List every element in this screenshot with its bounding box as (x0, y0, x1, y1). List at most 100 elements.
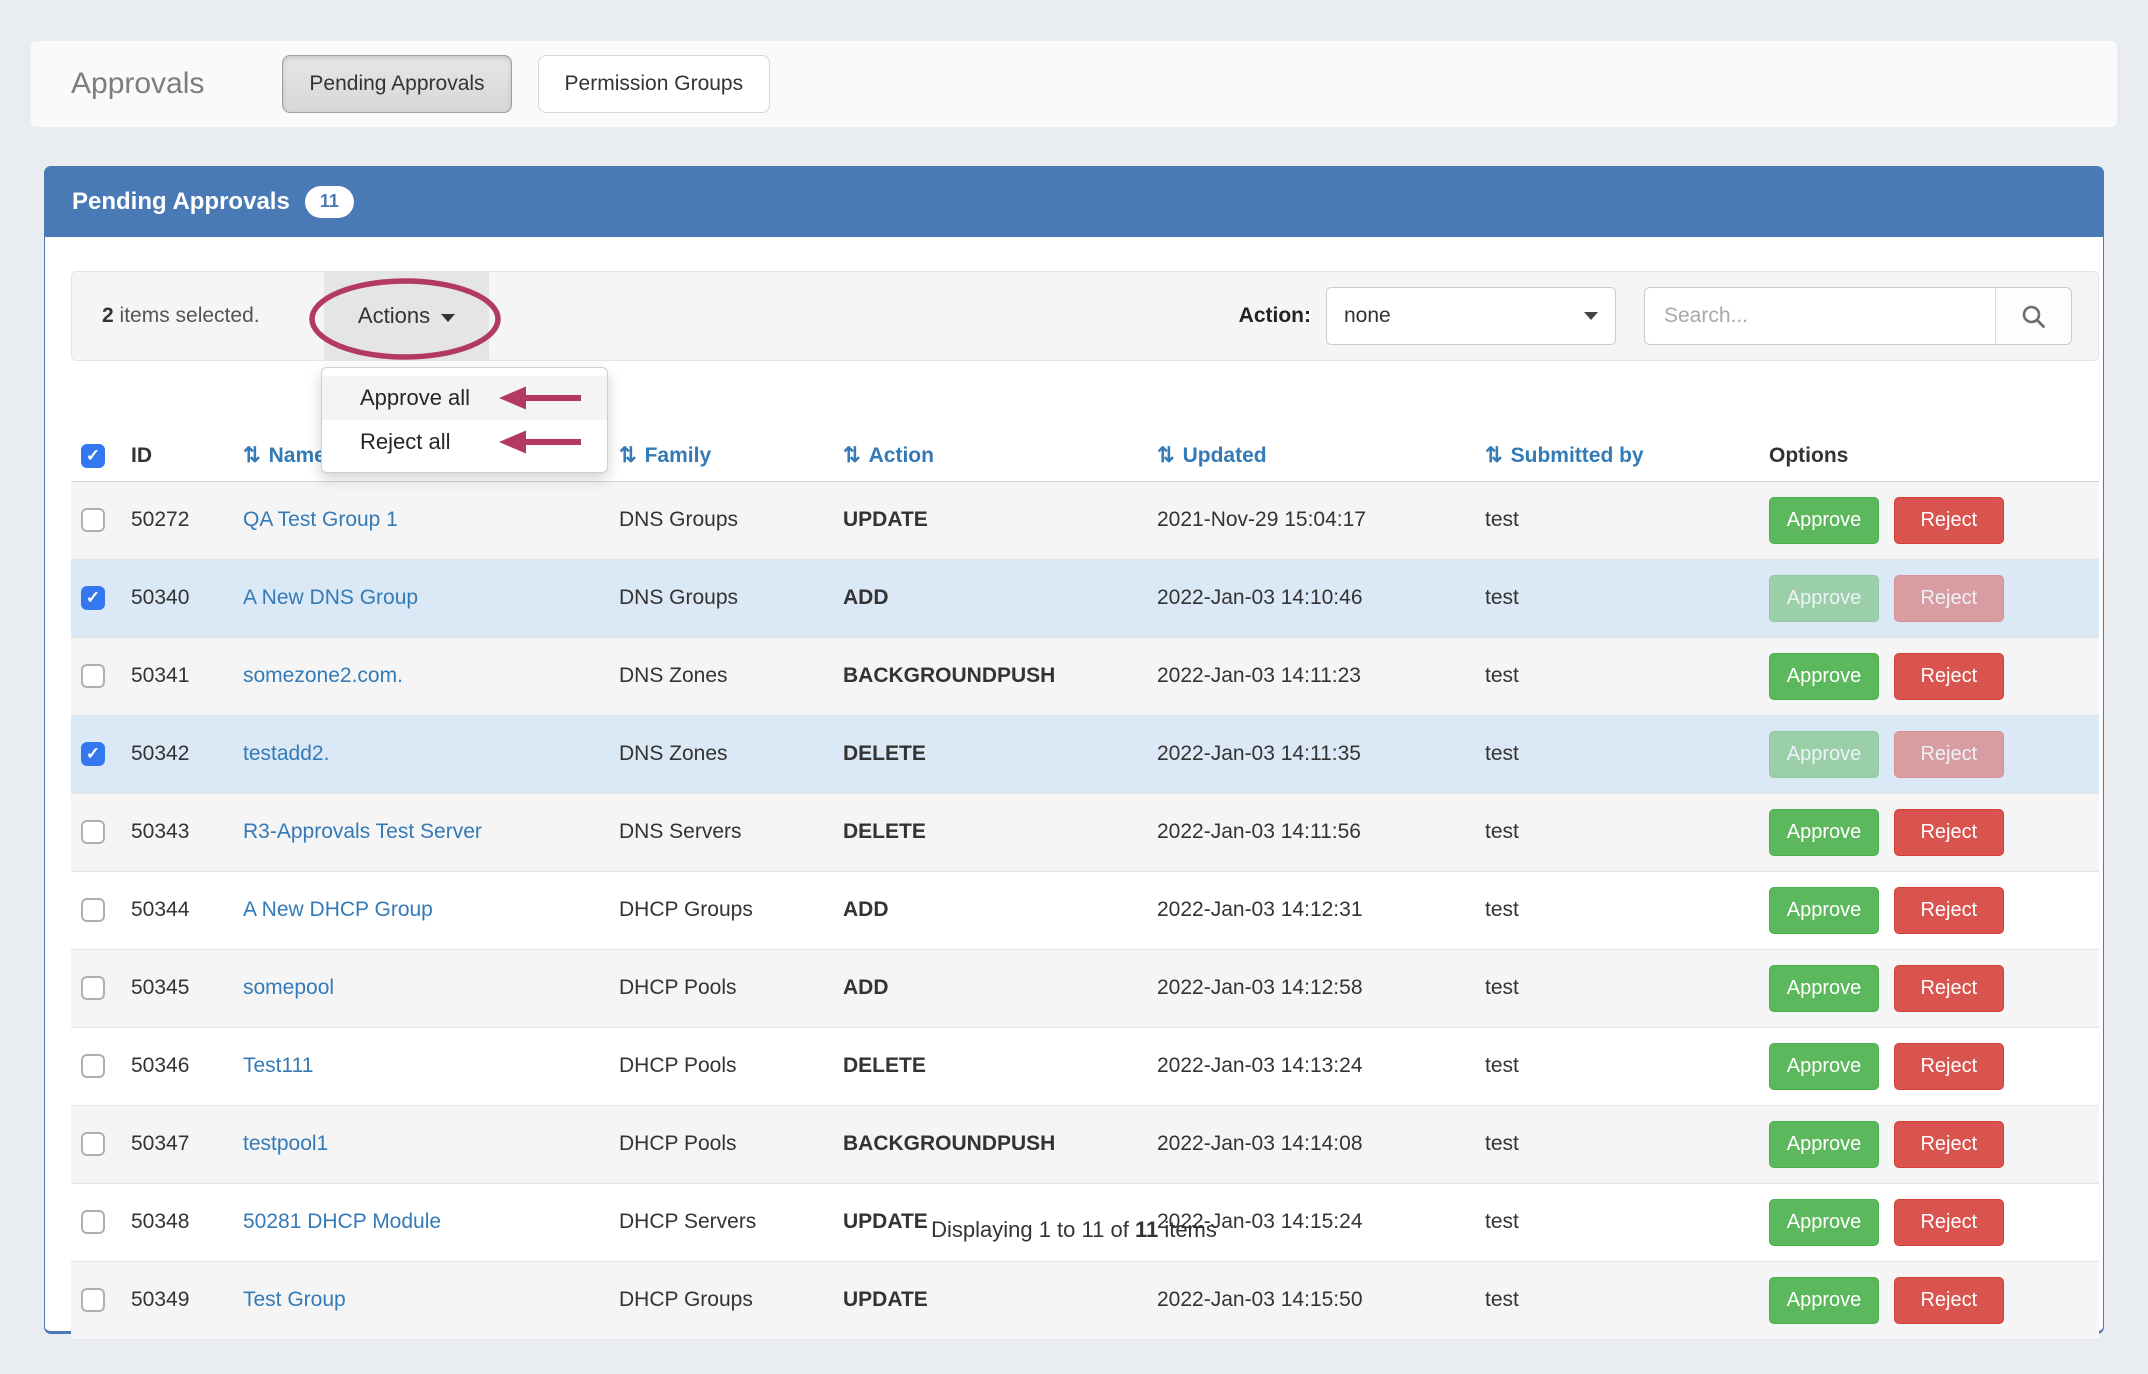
toolbar-right: Action: none (1239, 287, 2072, 345)
search-button[interactable] (1996, 287, 2072, 345)
reject-button[interactable]: Reject (1894, 887, 2004, 934)
reject-button[interactable]: Reject (1894, 1043, 2004, 1090)
selected-count: 2 (102, 304, 114, 327)
row-family: DHCP Pools (607, 949, 831, 1027)
approve-button[interactable]: Approve (1769, 1121, 1879, 1168)
menu-item-approve-all[interactable]: Approve all (322, 376, 607, 420)
row-family: DNS Zones (607, 637, 831, 715)
row-name-link[interactable]: A New DHCP Group (243, 898, 433, 921)
row-family: DNS Groups (607, 481, 831, 559)
row-id: 50345 (119, 949, 231, 1027)
row-checkbox[interactable] (81, 820, 105, 844)
action-filter-label: Action: (1239, 304, 1311, 328)
search-input[interactable] (1644, 287, 1996, 345)
row-name-link[interactable]: Test Group (243, 1288, 346, 1311)
approve-button[interactable]: Approve (1769, 731, 1879, 778)
approve-button[interactable]: Approve (1769, 887, 1879, 934)
row-checkbox[interactable] (81, 508, 105, 532)
row-checkbox[interactable] (81, 976, 105, 1000)
reject-button[interactable]: Reject (1894, 1121, 2004, 1168)
reject-button[interactable]: Reject (1894, 653, 2004, 700)
sort-icon: ⇅ (1485, 444, 1503, 467)
approve-button[interactable]: Approve (1769, 653, 1879, 700)
sort-icon: ⇅ (619, 444, 637, 467)
row-name-link[interactable]: testpool1 (243, 1132, 328, 1155)
approve-button[interactable]: Approve (1769, 1277, 1879, 1324)
row-checkbox[interactable] (81, 1132, 105, 1156)
row-name-link[interactable]: Test111 (243, 1054, 313, 1077)
reject-button[interactable]: Reject (1894, 1277, 2004, 1324)
column-header-family[interactable]: ⇅Family (607, 431, 831, 481)
row-id: 50346 (119, 1027, 231, 1105)
caret-down-icon (1584, 312, 1598, 320)
row-name-link[interactable]: A New DNS Group (243, 586, 418, 609)
column-header-updated[interactable]: ⇅Updated (1145, 431, 1473, 481)
row-checkbox[interactable] (81, 898, 105, 922)
approve-button[interactable]: Approve (1769, 497, 1879, 544)
row-submitted-by: test (1473, 949, 1757, 1027)
row-checkbox[interactable] (81, 664, 105, 688)
row-submitted-by: test (1473, 1105, 1757, 1183)
approve-button[interactable]: Approve (1769, 575, 1879, 622)
row-action: ADD (831, 559, 1145, 637)
row-name-link[interactable]: R3-Approvals Test Server (243, 820, 482, 843)
row-checkbox[interactable]: ✓ (81, 586, 105, 610)
pagination-total: 11 (1135, 1217, 1158, 1242)
row-updated: 2022-Jan-03 14:12:31 (1145, 871, 1473, 949)
table-row[interactable]: 50343 R3-Approvals Test Server DNS Serve… (71, 793, 2099, 871)
row-family: DNS Zones (607, 715, 831, 793)
row-family: DHCP Groups (607, 1261, 831, 1339)
actions-dropdown-button[interactable]: Actions (324, 272, 489, 360)
approve-button[interactable]: Approve (1769, 965, 1879, 1012)
row-checkbox[interactable]: ✓ (81, 742, 105, 766)
table-row[interactable]: 50272 QA Test Group 1 DNS Groups UPDATE … (71, 481, 2099, 559)
row-name-link[interactable]: QA Test Group 1 (243, 508, 398, 531)
annotation-arrow-left-icon (499, 429, 581, 455)
row-submitted-by: test (1473, 1027, 1757, 1105)
approve-button[interactable]: Approve (1769, 1043, 1879, 1090)
row-id: 50341 (119, 637, 231, 715)
row-action: DELETE (831, 1027, 1145, 1105)
approve-button[interactable]: Approve (1769, 809, 1879, 856)
table-row[interactable]: 50344 A New DHCP Group DHCP Groups ADD 2… (71, 871, 2099, 949)
row-action: BACKGROUNDPUSH (831, 637, 1145, 715)
row-id: 50349 (119, 1261, 231, 1339)
row-id: 50343 (119, 793, 231, 871)
reject-button[interactable]: Reject (1894, 809, 2004, 856)
row-updated: 2022-Jan-03 14:11:56 (1145, 793, 1473, 871)
action-select[interactable]: none (1326, 287, 1616, 345)
tab-pending-approvals[interactable]: Pending Approvals (282, 55, 511, 113)
row-name-link[interactable]: somezone2.com. (243, 664, 403, 687)
row-checkbox[interactable] (81, 1288, 105, 1312)
row-action: ADD (831, 871, 1145, 949)
table-row[interactable]: 50345 somepool DHCP Pools ADD 2022-Jan-0… (71, 949, 2099, 1027)
sort-icon: ⇅ (1157, 444, 1175, 467)
table-row[interactable]: 50349 Test Group DHCP Groups UPDATE 2022… (71, 1261, 2099, 1339)
row-checkbox[interactable] (81, 1054, 105, 1078)
row-name-link[interactable]: somepool (243, 976, 334, 999)
approvals-table-body: 50272 QA Test Group 1 DNS Groups UPDATE … (71, 481, 2099, 1339)
table-row[interactable]: ✓ 50342 testadd2. DNS Zones DELETE 2022-… (71, 715, 2099, 793)
table-row[interactable]: ✓ 50340 A New DNS Group DNS Groups ADD 2… (71, 559, 2099, 637)
tab-permission-groups[interactable]: Permission Groups (538, 55, 771, 113)
column-header-action[interactable]: ⇅Action (831, 431, 1145, 481)
pending-approvals-panel: Pending Approvals 11 2 items selected. A… (44, 166, 2104, 1334)
table-row[interactable]: 50341 somezone2.com. DNS Zones BACKGROUN… (71, 637, 2099, 715)
reject-button[interactable]: Reject (1894, 497, 2004, 544)
row-id: 50347 (119, 1105, 231, 1183)
menu-item-reject-all[interactable]: Reject all (322, 420, 607, 464)
table-row[interactable]: 50346 Test111 DHCP Pools DELETE 2022-Jan… (71, 1027, 2099, 1105)
row-submitted-by: test (1473, 637, 1757, 715)
reject-button[interactable]: Reject (1894, 731, 2004, 778)
sort-icon: ⇅ (243, 444, 261, 467)
select-all-checkbox[interactable]: ✓ (81, 444, 105, 468)
row-name-link[interactable]: testadd2. (243, 742, 329, 765)
search-icon (2020, 303, 2047, 330)
reject-button[interactable]: Reject (1894, 575, 2004, 622)
reject-button[interactable]: Reject (1894, 965, 2004, 1012)
column-header-submitted-by[interactable]: ⇅Submitted by (1473, 431, 1757, 481)
column-header-options: Options (1757, 431, 2099, 481)
table-row[interactable]: 50347 testpool1 DHCP Pools BACKGROUNDPUS… (71, 1105, 2099, 1183)
row-id: 50340 (119, 559, 231, 637)
row-submitted-by: test (1473, 871, 1757, 949)
